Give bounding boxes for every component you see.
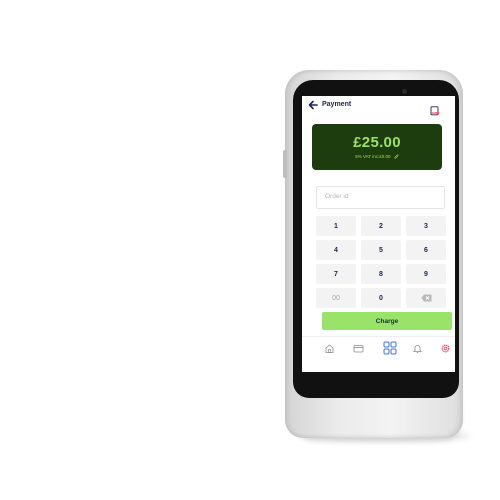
receipt-icon[interactable] — [430, 106, 440, 116]
key-4[interactable]: 4 — [316, 240, 356, 260]
backspace-icon — [421, 294, 431, 302]
card-icon[interactable] — [353, 343, 364, 354]
side-button — [283, 150, 287, 178]
key-1[interactable]: 1 — [316, 216, 356, 236]
key-9[interactable]: 9 — [406, 264, 446, 284]
key-3[interactable]: 3 — [406, 216, 446, 236]
bottom-navigation — [302, 336, 455, 361]
arrow-left-icon[interactable] — [308, 99, 318, 111]
key-7[interactable]: 7 — [316, 264, 356, 284]
key-6[interactable]: 6 — [406, 240, 446, 260]
vat-line[interactable]: 5% VAT inc:£0.00 — [312, 154, 442, 159]
payment-screen: Payment £25.00 5% VAT inc:£0.00 Order id… — [302, 96, 455, 372]
numeric-keypad: 1 2 3 4 5 6 7 8 9 00 0 — [316, 216, 446, 312]
backspace-key[interactable] — [406, 288, 446, 308]
charge-button[interactable]: Charge — [322, 312, 452, 330]
key-2[interactable]: 2 — [361, 216, 401, 236]
camera-icon — [402, 89, 407, 94]
order-id-placeholder: Order id — [325, 193, 349, 200]
key-5[interactable]: 5 — [361, 240, 401, 260]
key-0[interactable]: 0 — [361, 288, 401, 308]
settings-icon[interactable] — [440, 343, 451, 354]
grid-icon[interactable] — [383, 341, 397, 355]
key-8[interactable]: 8 — [361, 264, 401, 284]
bell-icon[interactable] — [412, 343, 423, 354]
vat-text: 5% VAT inc:£0.00 — [355, 154, 391, 159]
page-title: Payment — [322, 101, 352, 108]
order-id-field[interactable]: Order id — [316, 186, 445, 209]
top-bar: Payment — [302, 96, 455, 116]
pencil-icon[interactable] — [394, 154, 399, 159]
key-00[interactable]: 00 — [316, 288, 356, 308]
amount-value: £25.00 — [353, 134, 401, 151]
home-icon[interactable] — [324, 343, 335, 354]
amount-display: £25.00 5% VAT inc:£0.00 — [312, 124, 442, 170]
